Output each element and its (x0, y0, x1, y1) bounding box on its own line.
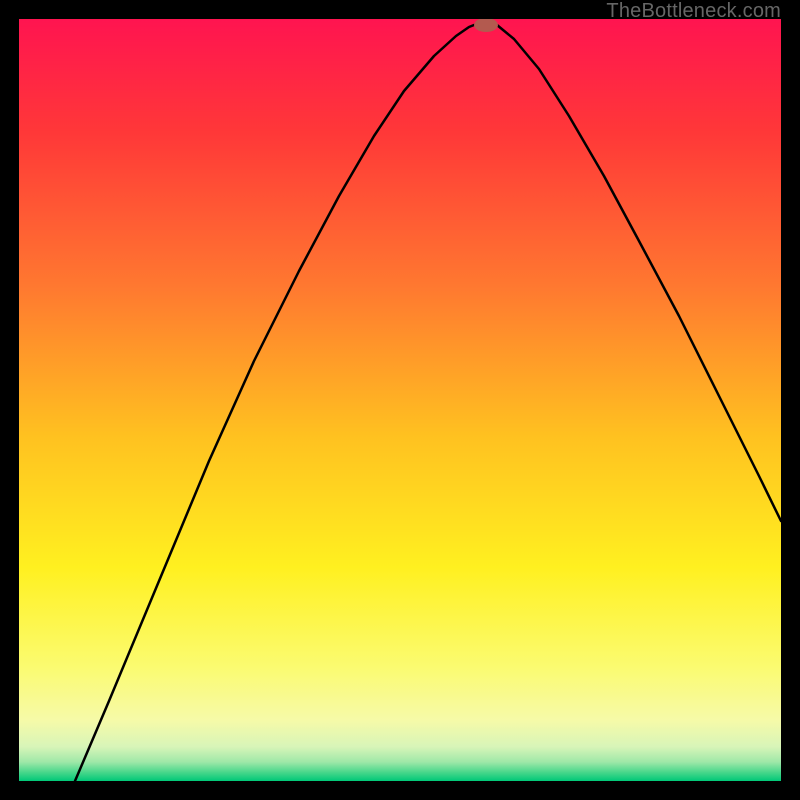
gradient-background (19, 19, 781, 781)
chart-frame: TheBottleneck.com (0, 0, 800, 800)
watermark-text: TheBottleneck.com (606, 0, 781, 23)
plot-area (19, 19, 781, 781)
chart-svg (19, 19, 781, 781)
